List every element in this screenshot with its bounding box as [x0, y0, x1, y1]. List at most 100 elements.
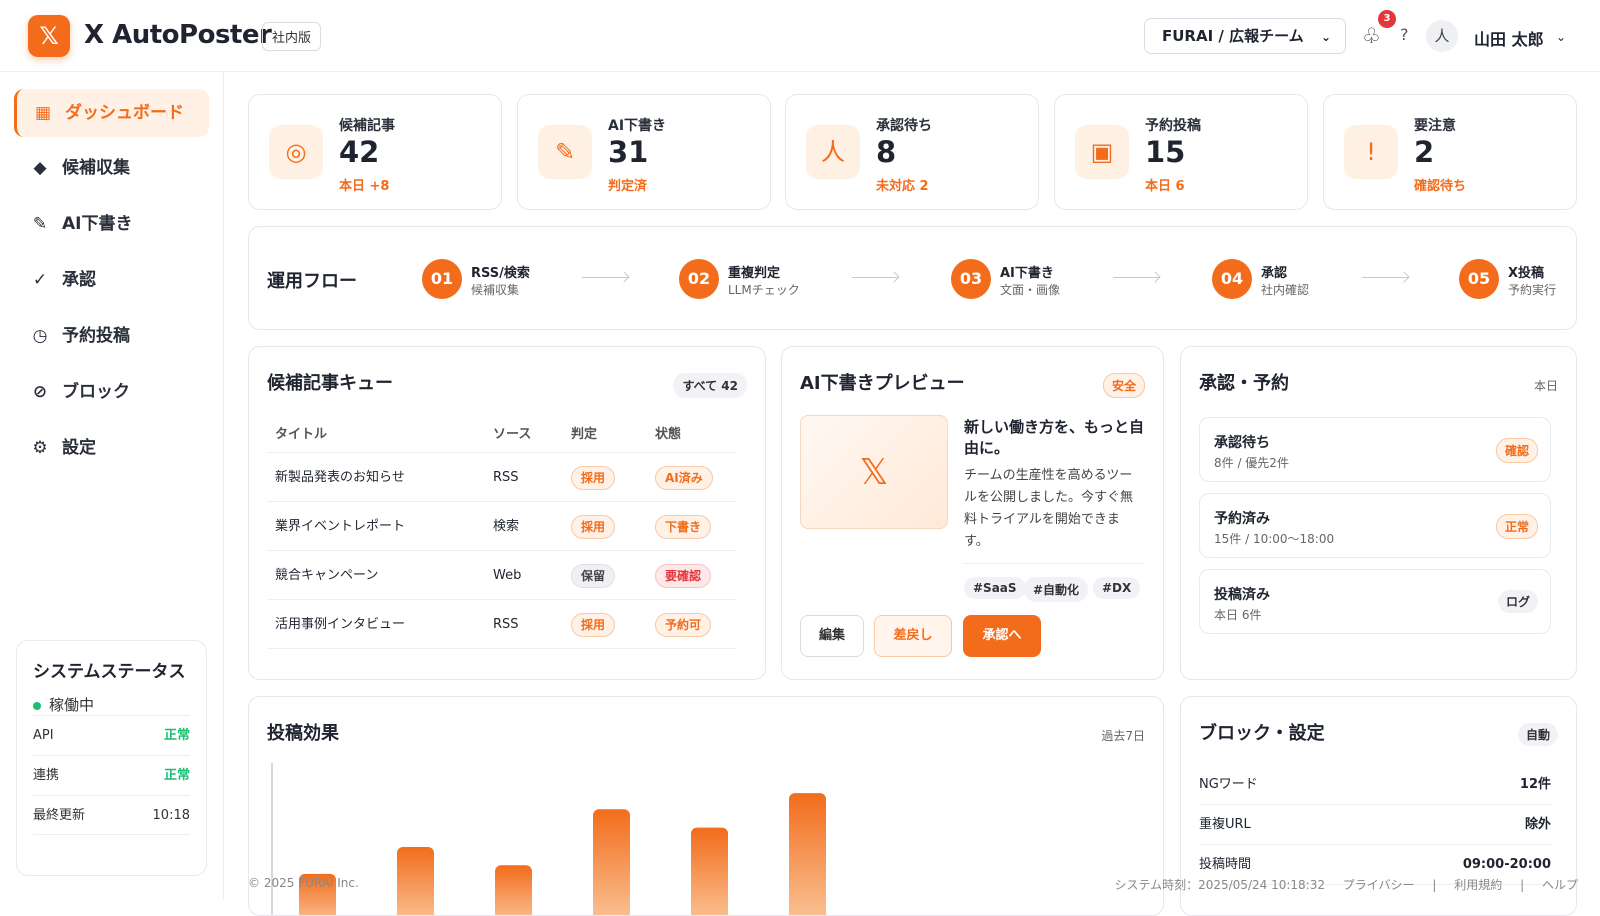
stat-label: 候補記事	[339, 118, 395, 134]
hashtag-chip[interactable]: #DX	[1093, 577, 1141, 599]
state-badge: AI済み	[655, 466, 713, 490]
item-title: 投稿済み	[1214, 587, 1270, 603]
divider	[964, 563, 1144, 564]
stat-sub: 確認待ち	[1414, 179, 1467, 194]
table-row[interactable]: 業界イベントレポート 検索 採用 下書き	[267, 502, 737, 551]
sidebar-item-dashboard[interactable]: ▦ ダッシュボード	[14, 89, 209, 137]
system-status-title: システムステータス	[33, 662, 186, 682]
step-sub: 予約実行	[1508, 283, 1557, 297]
approval-item-scheduled[interactable]: 予約済み 15件 / 10:00〜18:00 正常	[1199, 493, 1551, 558]
row-source: RSS	[493, 617, 519, 632]
edit-button[interactable]: 編集	[800, 615, 864, 657]
approve-button[interactable]: 承認へ	[963, 615, 1041, 657]
return-button[interactable]: 差戻し	[874, 615, 952, 657]
row-label: NGワード	[1199, 777, 1258, 792]
user-name[interactable]: 山田 太郎	[1474, 26, 1544, 50]
table-row[interactable]: 競合キャンペーン Web 保留 要確認	[267, 551, 737, 600]
team-selector[interactable]: FURAI / 広報チーム ⌄	[1144, 18, 1346, 54]
row-title: 活用事例インタビュー	[275, 617, 406, 632]
stat-card-pending[interactable]: 人 承認待ち 8 未対応 2	[785, 94, 1039, 210]
chart-bar[interactable]	[495, 865, 532, 916]
system-status-card: システムステータス 稼働中 API 正常 連携 正常 最終更新 10:18	[16, 640, 207, 876]
post-image-x-icon[interactable]: 𝕏	[800, 415, 948, 529]
column-header[interactable]: ソース	[493, 417, 531, 453]
terms-link[interactable]: 利用規約	[1454, 878, 1502, 892]
notification-bell-icon[interactable]: ♧	[1362, 24, 1381, 48]
stat-card-ai-drafts[interactable]: ✎ AI下書き 31 判定済	[517, 94, 771, 210]
step-sub: LLMチェック	[728, 283, 800, 297]
queue-table: タイトル ソース 判定 状態 新製品発表のお知らせ RSS 採用 AI済み 業界…	[267, 417, 737, 649]
stat-label: 要注意	[1414, 118, 1456, 134]
avatar[interactable]: 人	[1426, 20, 1458, 52]
effects-period[interactable]: 過去7日	[1101, 727, 1145, 744]
table-row[interactable]: 新製品発表のお知らせ RSS 採用 AI済み	[267, 453, 737, 502]
block-row-ng-words[interactable]: NGワード 12件	[1199, 765, 1551, 805]
approval-title: 承認・予約	[1199, 373, 1289, 394]
candidate-queue-card: 候補記事キュー すべて 42 タイトル ソース 判定 状態 新製品発表のお知らせ…	[248, 346, 766, 680]
user-menu-chevron-icon[interactable]: ⌄	[1556, 30, 1566, 44]
edition-badge: 社内版	[262, 22, 322, 51]
check-icon: ✓	[32, 270, 48, 290]
sidebar-item-label: AI下書き	[62, 214, 133, 234]
stat-value: 8	[876, 135, 897, 169]
chart-bar[interactable]	[691, 827, 728, 916]
target-icon: ◎	[269, 125, 323, 179]
auto-badge[interactable]: 自動	[1517, 723, 1558, 746]
sidebar-item-approval[interactable]: ✓ 承認	[14, 256, 209, 304]
help-link[interactable]: ヘルプ	[1542, 878, 1578, 892]
item-badge[interactable]: ログ	[1497, 590, 1538, 613]
top-bar: 𝕏 X AutoPoster 社内版 FURAI / 広報チーム ⌄ ♧ 3 ?…	[0, 0, 1600, 72]
stat-card-scheduled[interactable]: ▣ 予約投稿 15 本日 6	[1054, 94, 1308, 210]
ai-draft-preview-card: AI下書きプレビュー 安全 𝕏 新しい働き方を、もっと自由に。 チームの生産性を…	[781, 346, 1164, 680]
stat-label: 予約投稿	[1145, 118, 1201, 134]
status-row-link: 連携 正常	[33, 755, 190, 795]
sidebar-item-label: ダッシュボード	[65, 103, 184, 123]
chart-bar[interactable]	[789, 793, 826, 916]
hashtag-chip[interactable]: #SaaS	[964, 577, 1026, 599]
arrow-right-icon	[582, 277, 628, 278]
sidebar-item-block[interactable]: ⊘ ブロック	[14, 368, 209, 416]
item-sub: 15件 / 10:00〜18:00	[1214, 532, 1335, 546]
judge-badge: 採用	[571, 613, 616, 637]
approval-item-posted[interactable]: 投稿済み 本日 6件 ログ	[1199, 569, 1551, 634]
app-name: X AutoPoster	[84, 20, 272, 50]
row-source: RSS	[493, 470, 519, 485]
step-title: AI下書き	[1000, 266, 1054, 281]
table-row[interactable]: 活用事例インタビュー RSS 採用 予約可	[267, 600, 737, 649]
sidebar-item-settings[interactable]: ⚙ 設定	[14, 424, 209, 472]
sidebar-item-collect[interactable]: ◆ 候補収集	[14, 144, 209, 192]
block-icon: ⊘	[32, 382, 48, 402]
stat-card-caution[interactable]: ! 要注意 2 確認待ち	[1323, 94, 1577, 210]
item-title: 予約済み	[1214, 511, 1270, 527]
status-label: API	[33, 728, 54, 743]
hashtag-chip[interactable]: #自動化	[1024, 577, 1089, 602]
approval-item-pending[interactable]: 承認待ち 8件 / 優先2件 確認	[1199, 417, 1551, 482]
person-icon: 人	[806, 125, 860, 179]
sidebar-item-schedule[interactable]: ◷ 予約投稿	[14, 312, 209, 360]
queue-count-badge[interactable]: すべて 42	[673, 373, 747, 398]
sidebar-item-ai-draft[interactable]: ✎ AI下書き	[14, 200, 209, 248]
judge-badge: 採用	[571, 515, 616, 539]
column-header[interactable]: 判定	[571, 417, 597, 453]
help-icon[interactable]: ?	[1400, 25, 1409, 44]
stat-card-candidates[interactable]: ◎ 候補記事 42 本日 +8	[248, 94, 502, 210]
step-number: 01	[422, 259, 462, 299]
row-label: 重複URL	[1199, 817, 1251, 832]
item-badge[interactable]: 確認	[1495, 438, 1538, 463]
row-title: 業界イベントレポート	[275, 519, 406, 534]
sidebar-item-label: 設定	[62, 438, 96, 458]
status-row-updated: 最終更新 10:18	[33, 795, 190, 835]
privacy-link[interactable]: プライバシー	[1343, 878, 1415, 892]
step-number: 05	[1459, 259, 1499, 299]
app-logo-icon[interactable]: 𝕏	[28, 15, 70, 57]
footer-separator: |	[1520, 878, 1525, 892]
column-header[interactable]: 状態	[655, 417, 681, 453]
stat-value: 15	[1145, 135, 1186, 169]
safety-badge: 安全	[1102, 373, 1145, 398]
post-body: チームの生産性を高めるツールを公開しました。今すぐ無料トライアルを開始できます。	[964, 468, 1134, 549]
item-badge[interactable]: 正常	[1495, 514, 1538, 539]
pencil-icon: ✎	[538, 125, 592, 179]
row-source: Web	[493, 568, 522, 583]
block-row-duplicate-url[interactable]: 重複URL 除外	[1199, 805, 1551, 845]
column-header[interactable]: タイトル	[275, 417, 327, 453]
